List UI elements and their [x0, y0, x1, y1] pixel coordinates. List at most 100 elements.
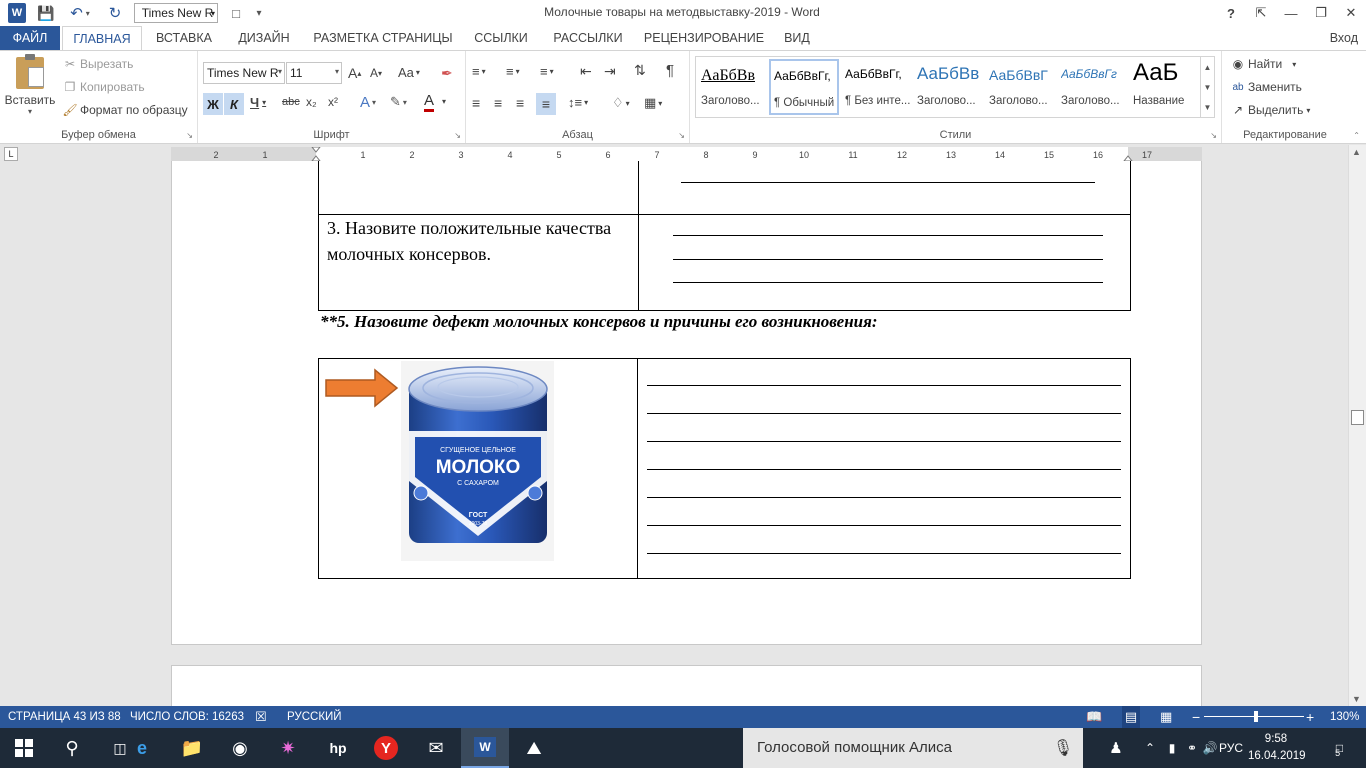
sort-icon[interactable]: ⇅	[634, 62, 646, 79]
align-center-icon[interactable]: ≡	[494, 95, 502, 111]
font-size-box[interactable]: 11 ▾	[286, 62, 342, 84]
network-icon[interactable]: ⚭	[1182, 728, 1202, 768]
align-right-icon[interactable]: ≡	[516, 95, 524, 111]
zoom-in-button[interactable]: +	[1306, 706, 1314, 728]
scroll-up-icon[interactable]: ▲	[1352, 147, 1361, 157]
document-page[interactable]: 3. Назовите положительные качества молоч…	[171, 161, 1202, 645]
tab-design[interactable]: ДИЗАЙН	[226, 26, 302, 50]
justify-icon[interactable]: ≡	[536, 93, 556, 115]
tab-file[interactable]: ФАЙЛ	[0, 26, 60, 50]
subscript-button[interactable]: x₂	[306, 95, 317, 109]
zoom-slider-thumb[interactable]	[1254, 711, 1258, 722]
highlight-icon[interactable]: ✎ ▾	[390, 94, 407, 110]
dialog-launcher-icon[interactable]: ↘	[1210, 131, 1217, 140]
quick-access-font-box[interactable]: Times New R ▾	[134, 3, 218, 23]
word-count-status[interactable]: ЧИСЛО СЛОВ: 16263	[130, 706, 244, 728]
dialog-launcher-icon[interactable]: ↘	[186, 131, 193, 140]
tab-selector[interactable]: L	[4, 147, 18, 161]
save-icon[interactable]: 💾	[36, 3, 56, 23]
horizontal-ruler[interactable]: 3211234567891011121314151617	[171, 147, 1202, 161]
font-name-box[interactable]: Times New R ▾	[203, 62, 285, 84]
hp-app-icon[interactable]: hp	[314, 728, 362, 768]
photos-app-icon[interactable]: ⛰	[510, 728, 558, 768]
style-heading[interactable]: АаБбВв Заголово...	[698, 59, 768, 115]
line-spacing-icon[interactable]: ↕≡ ▾	[568, 95, 588, 110]
bold-button[interactable]: Ж	[203, 93, 223, 115]
gallery-more-icon[interactable]: ▼	[1200, 97, 1214, 117]
document-page-next[interactable]	[171, 665, 1202, 706]
font-color-icon[interactable]: A	[424, 93, 435, 112]
shrink-font-button[interactable]: A ▾	[370, 66, 382, 80]
zoom-level[interactable]: 130%	[1330, 706, 1359, 728]
replace-button[interactable]: ab Заменить	[1230, 80, 1302, 94]
vertical-scrollbar[interactable]: ▲ ▼	[1348, 145, 1366, 706]
web-layout-icon[interactable]: ▦	[1160, 706, 1172, 728]
gallery-up-icon[interactable]: ▲	[1200, 57, 1214, 77]
new-document-icon[interactable]: □	[228, 3, 244, 23]
microphone-muted-icon[interactable]: 🎙	[1050, 728, 1076, 768]
scroll-down-icon[interactable]: ▼	[1352, 694, 1361, 704]
grow-font-button[interactable]: A ▴	[348, 65, 361, 81]
mail-icon[interactable]: ✉	[412, 728, 460, 768]
action-center-icon[interactable]: □ 5	[1318, 728, 1358, 768]
tab-mailings[interactable]: РАССЫЛКИ	[542, 26, 634, 50]
select-button[interactable]: ↗ Выделить ▾	[1230, 103, 1310, 117]
increase-indent-icon[interactable]: ⇥	[604, 63, 616, 80]
strikethrough-button[interactable]: abc	[282, 96, 300, 108]
webcam-app-icon[interactable]: ◉	[216, 728, 264, 768]
search-icon[interactable]: ⚲	[48, 728, 96, 768]
help-button[interactable]: ?	[1216, 0, 1246, 26]
bullets-icon[interactable]: ≡ ▾	[472, 64, 486, 79]
superscript-button[interactable]: x²	[328, 95, 338, 109]
collapse-ribbon-icon[interactable]: ⌃	[1353, 131, 1360, 140]
minimize-button[interactable]: —	[1276, 0, 1306, 26]
sign-in-link[interactable]: Вход	[1330, 26, 1358, 50]
edge-browser-icon[interactable]: e	[118, 728, 166, 768]
multilevel-list-icon[interactable]: ≡ ▾	[540, 64, 554, 79]
proofing-icon[interactable]: ☒	[255, 706, 267, 728]
style-heading-2[interactable]: АаБбВвГ Заголово...	[986, 59, 1056, 115]
close-button[interactable]: ✕	[1336, 0, 1366, 26]
underline-button[interactable]: Ч ▾	[250, 95, 266, 110]
dialog-launcher-icon[interactable]: ↘	[678, 131, 685, 140]
people-icon[interactable]: ♟	[1104, 728, 1128, 768]
start-windows-icon[interactable]	[0, 728, 48, 768]
system-clock[interactable]: 9:58 16.04.2019	[1248, 731, 1306, 765]
battery-icon[interactable]: ▮	[1162, 728, 1182, 768]
clear-formatting-icon[interactable]: ✒	[441, 65, 453, 82]
tab-review[interactable]: РЕЦЕНЗИРОВАНИЕ	[638, 26, 770, 50]
align-left-icon[interactable]: ≡	[472, 95, 480, 111]
copy-button[interactable]: ❐ Копировать	[62, 80, 145, 94]
restore-button[interactable]: ❐	[1306, 0, 1336, 26]
file-explorer-icon[interactable]: 📁	[168, 728, 216, 768]
cut-button[interactable]: ✂ Вырезать	[62, 57, 133, 71]
redo-icon[interactable]: ↻	[106, 3, 124, 23]
decrease-indent-icon[interactable]: ⇤	[580, 63, 592, 80]
shading-icon[interactable]: ♢ ▾	[612, 95, 630, 111]
tab-home[interactable]: ГЛАВНАЯ	[62, 26, 142, 51]
style-heading-1[interactable]: АаБбВв Заголово...	[914, 59, 984, 115]
show-formatting-icon[interactable]: ¶	[666, 62, 674, 79]
tab-view[interactable]: ВИД	[774, 26, 820, 50]
ribbon-display-options-icon[interactable]: ⇱	[1246, 0, 1276, 26]
condensed-milk-can-image[interactable]: СГУЩЕНОЕ ЦЕЛЬНОЕ МОЛОКО С САХАРОМ ГОСТ 2…	[401, 361, 554, 561]
scrollbar-thumb[interactable]	[1351, 410, 1364, 425]
gallery-down-icon[interactable]: ▼	[1200, 77, 1214, 97]
undo-icon[interactable]: ↶ ▾	[64, 3, 96, 23]
language-status[interactable]: РУССКИЙ	[287, 706, 342, 728]
tab-references[interactable]: ССЫЛКИ	[464, 26, 538, 50]
zoom-out-button[interactable]: −	[1192, 706, 1200, 728]
input-language[interactable]: РУС	[1216, 728, 1246, 768]
format-painter-button[interactable]: 🖌 Формат по образцу	[62, 103, 187, 117]
italic-button[interactable]: К	[224, 93, 244, 115]
tab-layout[interactable]: РАЗМЕТКА СТРАНИЦЫ	[306, 26, 460, 50]
page-count-status[interactable]: СТРАНИЦА 43 ИЗ 88	[8, 706, 121, 728]
customize-toolbar-icon[interactable]: ▾	[252, 3, 266, 23]
photo-editor-icon[interactable]: ✷	[264, 728, 312, 768]
word-taskbar-icon[interactable]: W	[461, 728, 509, 768]
word-app-icon[interactable]: W	[8, 3, 26, 23]
change-case-button[interactable]: Aa ▾	[398, 65, 420, 80]
print-layout-icon[interactable]: ▤	[1122, 706, 1140, 728]
text-effects-icon[interactable]: A ▾	[360, 94, 376, 111]
show-hidden-icons[interactable]: ⌃	[1140, 728, 1160, 768]
